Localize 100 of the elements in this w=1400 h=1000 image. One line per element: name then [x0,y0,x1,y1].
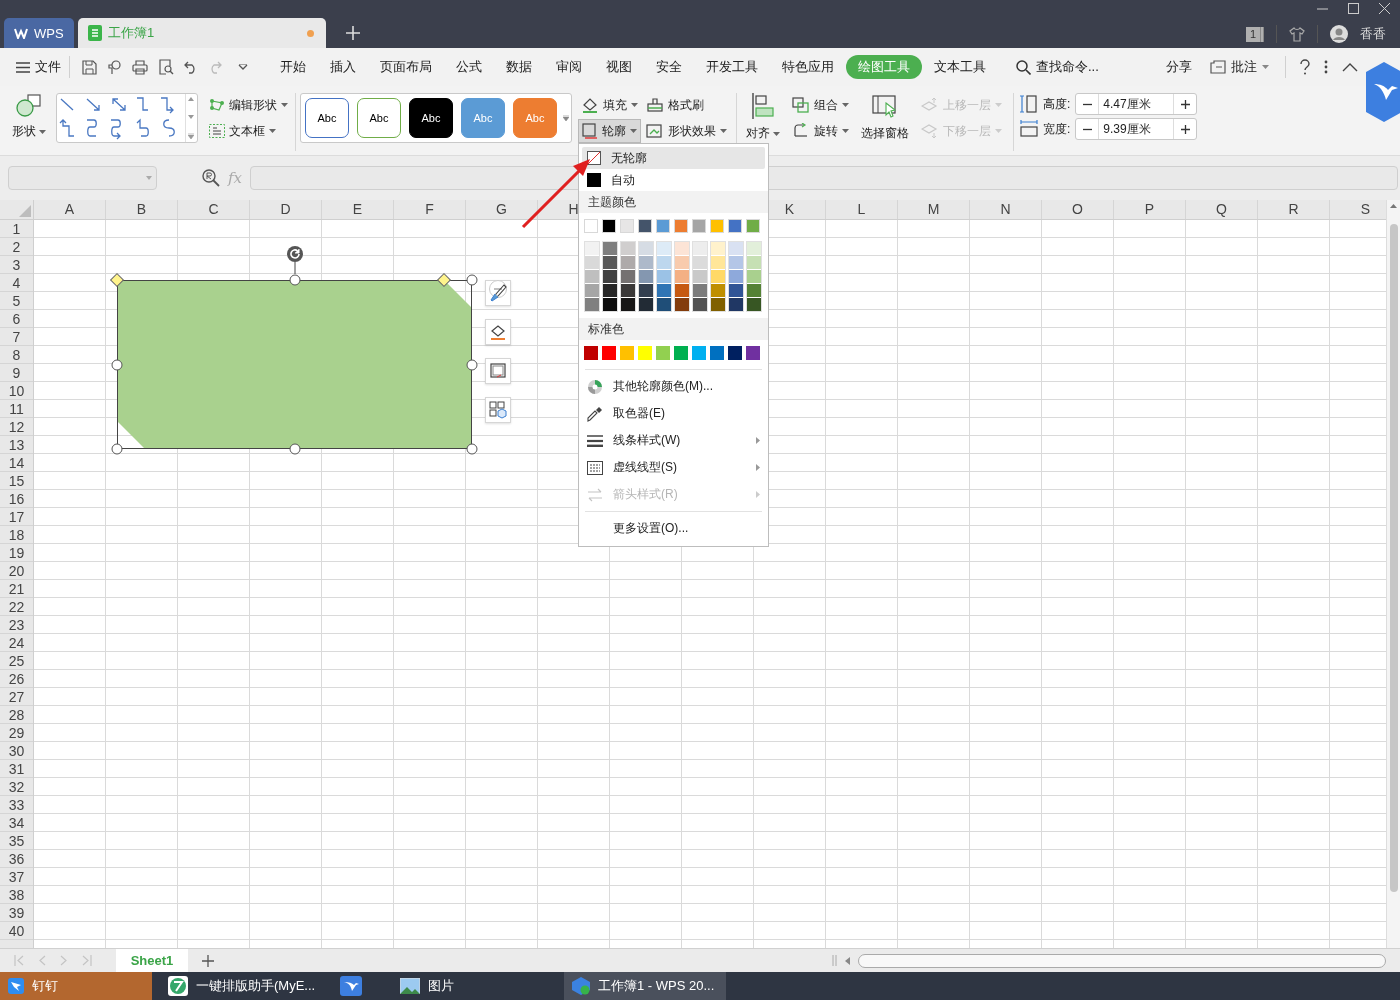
row-header[interactable]: 28 [0,706,33,724]
scroll-up-icon[interactable] [1390,204,1397,208]
color-swatch[interactable] [585,256,599,269]
color-swatch[interactable] [657,256,671,269]
more-styles-icon[interactable] [563,115,569,121]
ribbon-tab[interactable]: 数据 [494,55,544,79]
color-swatch[interactable] [585,284,599,297]
ribbon-tab[interactable]: 安全 [644,55,694,79]
menu-item[interactable]: 自动 [582,169,765,191]
size-input[interactable]: 9.39厘米 [1098,119,1175,139]
color-swatch[interactable] [602,346,616,360]
row-header[interactable]: 5 [0,292,33,310]
ribbon-tab[interactable]: 插入 [318,55,368,79]
row-header[interactable]: 1 [0,220,33,238]
row-header[interactable]: 2 [0,238,33,256]
window-count-badge[interactable]: 1 [1245,26,1264,42]
color-swatch[interactable] [729,284,743,297]
row-header[interactable]: 33 [0,796,33,814]
taskbar-item[interactable]: 工作簿1 - WPS 20... [564,972,726,1000]
row-header[interactable]: 15 [0,472,33,490]
color-swatch[interactable] [746,346,760,360]
row-header[interactable]: 18 [0,526,33,544]
row-header[interactable]: 12 [0,418,33,436]
bird-icon[interactable] [1366,62,1400,122]
shape-button[interactable]: 形状 [8,93,50,140]
resize-handle[interactable] [111,359,123,371]
collapse-icon[interactable] [1342,62,1358,72]
taskbar-item[interactable]: 图片 [392,972,552,1000]
user-name[interactable]: 香香 [1360,25,1386,43]
color-swatch[interactable] [693,256,707,269]
add-sheet-icon[interactable] [202,954,214,967]
arrange-button[interactable]: 选择窗格 [858,93,912,142]
color-swatch[interactable] [693,270,707,283]
row-header[interactable]: 23 [0,616,33,634]
shirt-icon[interactable] [1289,26,1305,42]
ribbon-tab[interactable]: 页面布局 [368,55,444,79]
color-swatch[interactable] [711,298,725,311]
color-swatch[interactable] [675,256,689,269]
color-swatch[interactable] [656,219,670,233]
column-header[interactable]: C [178,200,250,219]
zoom-icon[interactable] [202,169,220,187]
color-swatch[interactable] [747,242,761,255]
menu-item[interactable]: 虚线线型(S) [579,454,768,481]
color-swatch[interactable] [603,284,617,297]
undo-icon[interactable] [184,60,198,74]
color-swatch[interactable] [711,284,725,297]
close-icon[interactable] [1379,3,1390,14]
color-swatch[interactable] [692,219,706,233]
color-swatch[interactable] [639,256,653,269]
menu-item[interactable]: 无轮廓 [582,147,765,169]
last-sheet-icon[interactable] [82,955,92,966]
color-swatch[interactable] [621,298,635,311]
adjust-handle[interactable] [437,273,451,287]
color-swatch[interactable] [620,346,634,360]
share-button[interactable]: 分享 [1164,55,1194,79]
column-header[interactable]: M [898,200,970,219]
column-header[interactable]: N [970,200,1042,219]
color-swatch[interactable] [638,219,652,233]
menu-item[interactable]: 更多设置(O)... [579,515,768,542]
row-header[interactable]: 20 [0,562,33,580]
shape-style[interactable]: Abc [357,98,401,138]
color-swatch[interactable] [746,219,760,233]
column-header[interactable]: R [1258,200,1330,219]
color-swatch[interactable] [621,284,635,297]
more-icon[interactable] [1324,60,1328,74]
row-header[interactable]: 35 [0,832,33,850]
arrange-button[interactable]: 对齐 [743,93,783,142]
row-header[interactable]: 25 [0,652,33,670]
row-header[interactable]: 9 [0,364,33,382]
arrange-button[interactable]: 旋转 [789,119,852,143]
color-swatch[interactable] [710,346,724,360]
adjust-handle[interactable] [110,273,124,287]
column-header[interactable]: P [1114,200,1186,219]
color-swatch[interactable] [728,219,742,233]
arrange-button[interactable]: 组合 [789,93,852,117]
shape-style[interactable]: Abc [305,98,349,138]
print-preview-icon[interactable] [158,59,174,75]
color-swatch[interactable] [603,242,617,255]
color-swatch[interactable] [675,270,689,283]
color-swatch[interactable] [657,242,671,255]
color-swatch[interactable] [620,219,634,233]
menu-item[interactable]: 线条样式(W) [579,427,768,454]
ribbon-tab[interactable]: 视图 [594,55,644,79]
column-header[interactable]: O [1042,200,1114,219]
format-button[interactable]: 填充 [578,93,641,117]
dropdown-icon[interactable] [238,63,248,71]
rotate-handle[interactable] [287,246,303,275]
color-swatch[interactable] [639,298,653,311]
resize-handle[interactable] [466,443,478,455]
row-header[interactable]: 37 [0,868,33,886]
outline-button[interactable] [485,358,511,384]
row-header[interactable]: 10 [0,382,33,400]
color-swatch[interactable] [584,219,598,233]
format-button[interactable]: 轮廓 [578,119,641,143]
maximize-icon[interactable] [1348,3,1359,14]
color-swatch[interactable] [674,219,688,233]
color-swatch[interactable] [711,242,725,255]
taskbar-item[interactable]: 一键排版助手(MyE... [160,972,320,1000]
menu-item[interactable]: 取色器(E) [579,400,768,427]
row-header[interactable]: 31 [0,760,33,778]
